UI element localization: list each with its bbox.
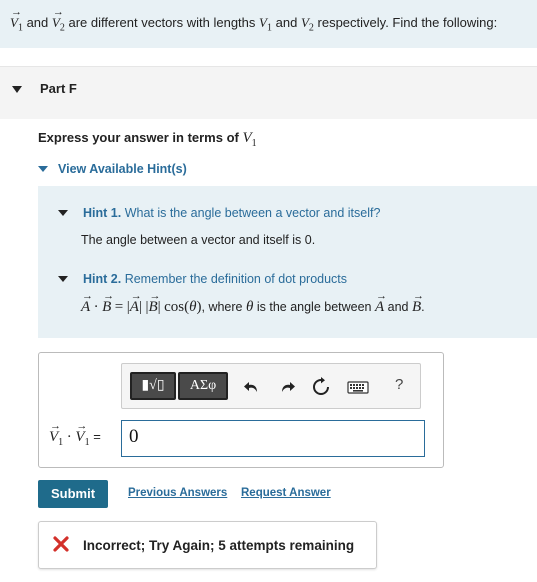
request-answer-link[interactable]: Request Answer xyxy=(241,487,331,499)
previous-answers-link[interactable]: Previous Answers xyxy=(128,487,227,499)
part-title: Part F xyxy=(40,81,77,96)
submit-button[interactable]: Submit xyxy=(38,480,108,508)
template-icon: ▮√▯ xyxy=(141,378,165,393)
hint-2-caret-icon[interactable] xyxy=(58,276,68,282)
answer-input[interactable]: 0 xyxy=(121,420,425,457)
answer-box: ▮√▯ ΑΣφ ? V1 · V1 = 0 xyxy=(38,352,444,468)
answer-label: V1 · V1 = xyxy=(49,420,101,448)
template-button[interactable]: ▮√▯ xyxy=(130,372,176,400)
greek-symbols-icon: ΑΣφ xyxy=(189,378,217,393)
view-hints-toggle[interactable]: View Available Hint(s) xyxy=(38,162,187,176)
part-header[interactable]: Part F xyxy=(0,66,537,119)
caret-down-icon xyxy=(38,166,48,172)
feedback-message: Incorrect; Try Again; 5 attempts remaini… xyxy=(83,538,355,553)
hint-2-title[interactable]: Hint 2. Remember the definition of dot p… xyxy=(83,272,347,286)
reset-icon[interactable] xyxy=(311,377,331,397)
feedback-box: Incorrect; Try Again; 5 attempts remaini… xyxy=(38,521,377,569)
length-v1: V1 xyxy=(259,15,272,34)
incorrect-x-icon xyxy=(53,536,69,552)
math-toolbar: ▮√▯ ΑΣφ ? xyxy=(121,363,421,409)
collapse-caret-icon[interactable] xyxy=(12,86,22,93)
redo-icon[interactable] xyxy=(277,377,297,397)
vector-v1: V1 xyxy=(10,6,23,33)
length-v2: V2 xyxy=(300,15,314,34)
hint-1-body: The angle between a vector and itself is… xyxy=(81,233,316,247)
greek-symbols-button[interactable]: ΑΣφ xyxy=(178,372,228,400)
hint-1-title[interactable]: Hint 1. What is the angle between a vect… xyxy=(83,206,380,220)
hint-2-formula: A · B = |A| |B| cos(θ), where θ is the a… xyxy=(81,290,425,316)
help-icon[interactable]: ? xyxy=(395,376,403,393)
keyboard-icon[interactable] xyxy=(347,377,369,397)
undo-icon[interactable] xyxy=(242,377,262,397)
problem-statement: V1 and V2 are different vectors with len… xyxy=(0,0,537,48)
vector-v2: V2 xyxy=(52,6,65,33)
hint-1-caret-icon[interactable] xyxy=(58,210,68,216)
hint-panel: Hint 1. What is the angle between a vect… xyxy=(38,186,537,338)
instruction: Express your answer in terms of V1 xyxy=(38,130,257,149)
